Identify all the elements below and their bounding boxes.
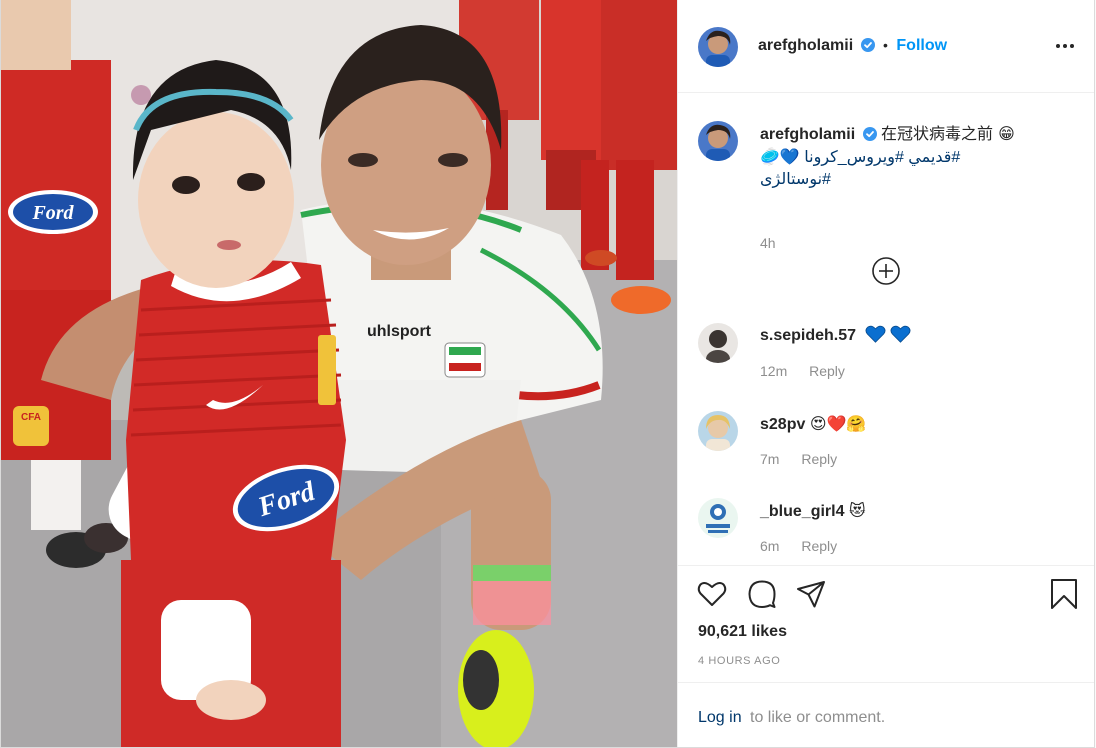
caption-avatar-image [698, 121, 738, 161]
verified-badge-icon [862, 127, 877, 141]
reply-button[interactable]: Reply [809, 363, 845, 379]
caption-avatar[interactable] [698, 121, 738, 161]
caption-hashtags-a[interactable]: #قديمي #ويروس_كرونا [804, 149, 960, 166]
author-username[interactable]: arefgholamii [758, 37, 853, 54]
comment-text: 😻 [848, 501, 866, 520]
commenter-avatar-image [698, 323, 738, 363]
comment-time[interactable]: 7m [760, 451, 779, 467]
caption-username[interactable]: arefgholamii [760, 126, 855, 143]
caption-hashtags-line2: 🥏💙 #قديمي #ويروس_كرونا [760, 146, 1080, 169]
comment-bubble-icon[interactable] [746, 578, 778, 610]
post-header: arefgholamii • Follow [678, 0, 1094, 93]
plus-circle-icon[interactable] [871, 256, 901, 286]
likes-count[interactable]: 90,621 likes [698, 623, 787, 641]
bookmark-icon[interactable] [1048, 578, 1080, 610]
post-actions: 90,621 likes 4 HOURS AGO [678, 565, 1094, 683]
comment-time[interactable]: 12m [760, 363, 787, 379]
comment-time[interactable]: 6m [760, 538, 779, 554]
verified-badge-icon [860, 38, 875, 52]
instagram-post: Ford CFA uhlsport Ford arefgholamii • Fo… [0, 0, 1095, 748]
blue-heart-icon [890, 325, 911, 343]
commenter-avatar[interactable] [698, 323, 738, 363]
commenter-username[interactable]: s28pv [760, 416, 805, 433]
comment-text: 😍❤️🤗 [809, 414, 867, 433]
ford-logo-left: Ford [31, 202, 74, 224]
post-sidebar: arefgholamii • Follow arefgholamii 在冠状病毒… [677, 0, 1094, 747]
paper-plane-icon[interactable] [795, 578, 827, 610]
commenter-username[interactable]: _blue_girl4 [760, 503, 844, 520]
post-timestamp[interactable]: 4 HOURS AGO [698, 655, 780, 667]
caption-hashtags-b[interactable]: #نوستالژی [760, 171, 831, 188]
post-photo[interactable]: Ford CFA uhlsport Ford [1, 0, 677, 747]
reply-button[interactable]: Reply [801, 451, 837, 467]
more-options-icon[interactable] [1054, 34, 1076, 56]
commenter-avatar[interactable] [698, 411, 738, 451]
cfa-badge: CFA [21, 412, 41, 423]
author-avatar-image [698, 27, 738, 67]
login-link[interactable]: Log in [698, 709, 742, 727]
commenter-avatar[interactable] [698, 498, 738, 538]
login-prompt: Log in to like or comment. [678, 682, 1094, 747]
comments-section: arefgholamii 在冠状病毒之前 😁 🥏💙 #قديمي #ويروس_… [678, 93, 1094, 573]
caption-emoji-icons: 🥏💙 [760, 147, 800, 166]
reply-button[interactable]: Reply [801, 538, 837, 554]
blue-heart-icon [865, 325, 885, 343]
photo-illustration: Ford CFA uhlsport Ford [1, 0, 677, 747]
commenter-username[interactable]: s.sepideh.57 [760, 327, 856, 344]
follow-button[interactable]: Follow [896, 37, 947, 54]
caption-text-line1: 在冠状病毒之前 😁 [881, 124, 1015, 143]
author-avatar[interactable] [698, 27, 738, 67]
login-prompt-text: to like or comment. [750, 709, 886, 726]
commenter-avatar-image [698, 411, 738, 451]
uhlsport-logo: uhlsport [367, 323, 432, 340]
separator-dot: • [883, 37, 888, 53]
caption-time[interactable]: 4h [760, 235, 776, 251]
caption-hashtag-line3: #نوستالژی [760, 169, 1080, 191]
commenter-avatar-image [698, 498, 738, 538]
heart-outline-icon[interactable] [696, 578, 728, 610]
